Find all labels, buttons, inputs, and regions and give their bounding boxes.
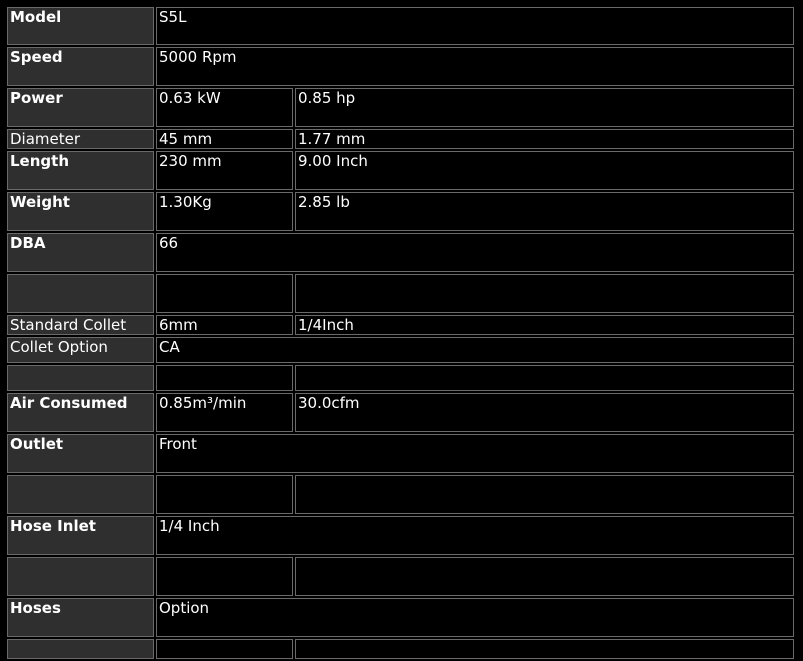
spec-row: Hoses Option [7,598,794,637]
spec-row: Weight 1.30Kg 2.85 lb [7,192,794,231]
spec-value [156,365,293,391]
spec-value [156,557,293,596]
spec-value-alt: 30.0cfm [295,393,794,432]
spec-row: Standard Collet 6mm 1/4Inch [7,315,794,335]
spec-label [7,557,154,596]
spec-label: DBA [7,233,154,272]
spec-value: 230 mm [156,151,293,190]
spec-value-alt [295,639,794,659]
spec-row: Model S5L [7,7,794,45]
spec-label: Diameter [7,129,154,149]
spec-row [7,365,794,391]
spec-label: Weight [7,192,154,231]
spec-label [7,365,154,391]
spec-row: Diameter 45 mm 1.77 mm [7,129,794,149]
spec-row [7,274,794,313]
spec-value [156,274,293,313]
spec-label: Collet Option [7,337,154,363]
spec-row: Length 230 mm 9.00 Inch [7,151,794,190]
spec-row: Hose Inlet 1/4 Inch [7,516,794,555]
spec-row: DBA 66 [7,233,794,272]
spec-value: Front [156,434,794,473]
spec-value: 1.30Kg [156,192,293,231]
spec-value: 0.85m³/min [156,393,293,432]
spec-value [156,639,293,659]
spec-value-alt [295,475,794,514]
spec-table-body: Model S5L Speed 5000 Rpm Power 0.63 kW 0.85 hp… [7,7,794,659]
spec-label: Power [7,88,154,127]
spec-value: 66 [156,233,794,272]
spec-label: Hoses [7,598,154,637]
spec-value-alt [295,365,794,391]
spec-label: Model [7,7,154,45]
spec-label: Length [7,151,154,190]
spec-table: Model S5L Speed 5000 Rpm Power 0.63 kW 0.85 hp… [5,5,796,661]
spec-value-alt: 1/4Inch [295,315,794,335]
spec-value [156,475,293,514]
spec-label [7,274,154,313]
spec-value: S5L [156,7,794,45]
spec-value-alt: 0.85 hp [295,88,794,127]
spec-label: Standard Collet [7,315,154,335]
spec-value: 0.63 kW [156,88,293,127]
spec-value-alt: 1.77 mm [295,129,794,149]
spec-label: Outlet [7,434,154,473]
spec-value-alt: 9.00 Inch [295,151,794,190]
spec-value-alt [295,274,794,313]
spec-label: Speed [7,47,154,86]
spec-value: 45 mm [156,129,293,149]
spec-row: Air Consumed 0.85m³/min 30.0cfm [7,393,794,432]
spec-label: Hose Inlet [7,516,154,555]
spec-value-alt: 2.85 lb [295,192,794,231]
spec-value: 5000 Rpm [156,47,794,86]
spec-label [7,639,154,659]
spec-label [7,475,154,514]
spec-value: CA [156,337,794,363]
spec-row [7,475,794,514]
spec-row: Speed 5000 Rpm [7,47,794,86]
spec-value: 6mm [156,315,293,335]
spec-row: Outlet Front [7,434,794,473]
spec-value: Option [156,598,794,637]
spec-row [7,639,794,659]
spec-label: Air Consumed [7,393,154,432]
spec-row [7,557,794,596]
spec-value: 1/4 Inch [156,516,794,555]
spec-row: Power 0.63 kW 0.85 hp [7,88,794,127]
spec-value-alt [295,557,794,596]
spec-row: Collet Option CA [7,337,794,363]
